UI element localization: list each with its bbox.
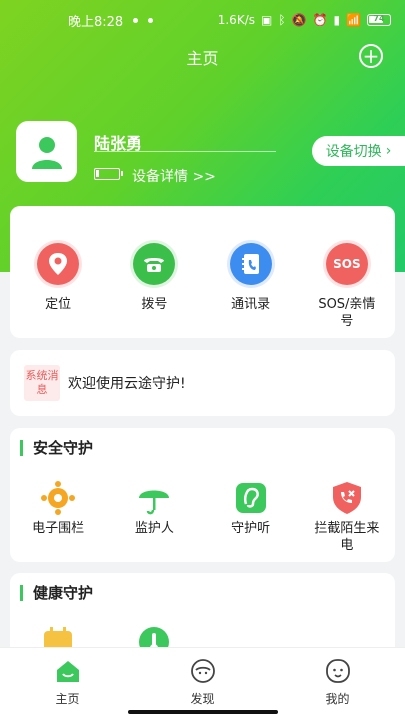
system-message-tag: 系统消息 [24,365,60,401]
device-battery-icon [94,168,123,180]
section-title: 安全守护 [20,440,93,456]
safety-item-label: 拦截陌生来电 [314,521,380,553]
nfc-icon: ▣ [260,13,273,27]
status-bar: 晚上8:28 1.6K/s ▣ ᛒ 🔕 ⏰ ▮ 📶 74 [0,0,405,40]
quick-action-contacts[interactable]: 通讯录 [203,240,299,330]
safety-item-label: 电子围栏 [32,521,85,536]
quick-action-label: SOS/亲情号 [318,297,376,329]
page-title-bar: 主页 [0,40,405,74]
device-detail-link[interactable]: 设备详情 >> [132,166,216,186]
mute-icon: 🔕 [291,13,307,27]
quick-action-label: 通讯录 [231,297,271,312]
dial-icon-ring [130,240,179,288]
safety-item-label: 监护人 [134,521,174,536]
battery-level: 74 [373,14,385,23]
tab-label: 主页 [55,692,80,706]
tab-label: 发现 [190,692,215,706]
safety-item-label: 守护听 [231,521,271,536]
plus-icon: + [362,44,380,68]
quick-action-sos[interactable]: SOS SOS/亲情号 [299,240,395,330]
contacts-icon-ring [226,240,275,288]
quick-action-label: 定位 [45,297,72,312]
signal-icon: ▮ [333,13,341,27]
switch-device-label: 设备切换 [325,144,382,160]
profile-face-icon [325,659,350,683]
location-icon-ring [34,240,83,288]
safety-guard-card: 安全守护 电子围栏 监护人 守护听 拦截陌生来电 [10,428,395,562]
telephone-icon [133,243,176,285]
home-indicator [128,710,278,714]
notice-text: 欢迎使用云途守护! [68,376,186,392]
user-avatar-icon [31,136,62,169]
contacts-book-icon [229,243,272,285]
safety-item-listen[interactable]: 守护听 [203,480,299,554]
quick-action-label: 拨号 [141,297,168,312]
name-divider [94,151,276,152]
safety-item-block-calls[interactable]: 拦截陌生来电 [299,480,395,554]
safety-item-guardian[interactable]: 监护人 [106,480,202,554]
block-call-icon [332,482,361,514]
notification-dot-icon [133,17,139,23]
wifi-icon: 📶 [346,13,361,27]
quick-action-dial[interactable]: 拨号 [106,240,202,330]
discover-icon [190,659,215,683]
add-device-button[interactable]: + [359,44,383,68]
bluetooth-icon: ᛒ [278,13,286,27]
sos-icon: SOS [325,243,368,285]
tab-label: 我的 [325,692,350,706]
umbrella-icon [139,490,170,515]
ear-icon [235,483,266,513]
status-time: 晚上8:28 [68,14,124,30]
net-speed: 1.6K/s [217,13,255,27]
switch-device-button[interactable]: 设备切换 › [312,136,405,166]
alarm-icon: ⏰ [312,13,328,27]
system-notice-card[interactable]: 系统消息 欢迎使用云途守护! [10,350,395,416]
sos-icon-ring: SOS [322,240,371,288]
quick-action-location[interactable]: 定位 [10,240,106,330]
battery-icon: 74 [367,14,391,26]
tab-profile[interactable]: 我的 [270,648,405,720]
tab-home[interactable]: 主页 [0,648,135,720]
quick-actions-card: 定位 拨号 通讯录 SOS SOS/亲情号 [10,206,395,338]
location-pin-icon [37,243,80,285]
geofence-icon [41,481,76,515]
notification-dot-icon [148,17,154,23]
page-title: 主页 [186,49,219,68]
avatar[interactable] [16,121,77,182]
safety-item-geofence[interactable]: 电子围栏 [10,480,106,554]
home-icon [56,661,79,682]
section-title: 健康守护 [20,585,93,601]
chevron-right-icon: › [385,143,392,159]
